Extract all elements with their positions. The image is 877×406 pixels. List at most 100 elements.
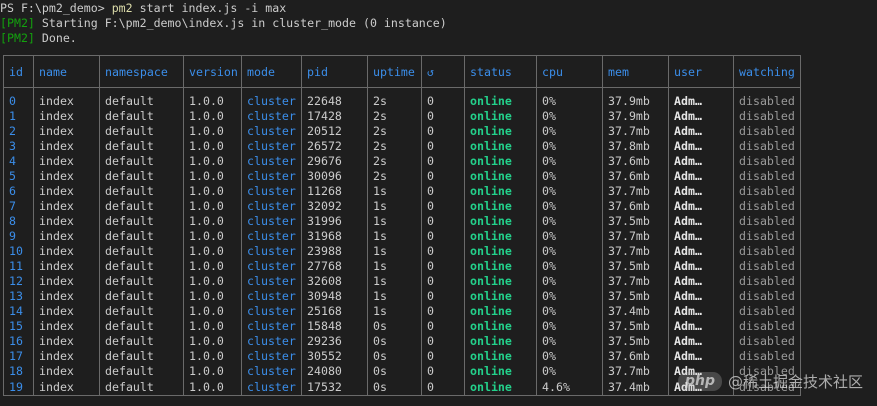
col-pid-cell: 31996: [301, 214, 368, 229]
col-version-cell: 1.0.0: [183, 169, 242, 184]
col-user-cell: Adm…: [668, 169, 734, 184]
col-status-cell: online: [464, 304, 537, 319]
col-cpu-cell: 0%: [536, 94, 603, 109]
col-mode-cell: cluster: [241, 199, 302, 214]
col-cpu-cell: 0%: [536, 184, 603, 199]
col-cpu-cell: 0%: [536, 259, 603, 274]
col-status-cell: online: [464, 169, 537, 184]
col-mem-cell: 37.7mb: [602, 229, 669, 244]
col-version-cell: 1.0.0: [183, 109, 242, 124]
col-name-cell: index: [33, 184, 100, 199]
col-id-cell: 1: [3, 109, 34, 124]
col-pid-cell: 31968: [301, 229, 368, 244]
col-namespace-cell: default: [99, 94, 184, 109]
col-pid-cell: 23988: [301, 244, 368, 259]
col-id-cell: 11: [3, 259, 34, 274]
col-cpu-cell: 0%: [536, 274, 603, 289]
col-namespace-header: namespace: [99, 55, 184, 88]
col-restarts-cell: 0: [421, 139, 465, 154]
col-user-cell: Adm…: [668, 214, 734, 229]
col-namespace-cell: default: [99, 169, 184, 184]
table-row: 12 index default 1.0.0 cluster 32608 1s 0 online…: [3, 274, 801, 289]
table-body: 0 index default 1.0.0 cluster 22648 2s 0 online 0…: [3, 87, 801, 396]
col-user-cell: Adm…: [668, 319, 734, 334]
col-user-cell: Adm…: [668, 124, 734, 139]
col-name-cell: index: [33, 289, 100, 304]
col-version-cell: 1.0.0: [183, 139, 242, 154]
col-status-cell: online: [464, 364, 537, 379]
table-row: 13 index default 1.0.0 cluster 30948 1s 0 online…: [3, 289, 801, 304]
col-user-cell: Adm…: [668, 184, 734, 199]
col-name-header: name: [33, 55, 100, 88]
col-mode-cell: cluster: [241, 154, 302, 169]
table-row: 3 index default 1.0.0 cluster 26572 2s 0 online 0…: [3, 139, 801, 154]
col-name-cell: index: [33, 364, 100, 379]
col-namespace-cell: default: [99, 229, 184, 244]
col-mode-cell: cluster: [241, 109, 302, 124]
col-mem-cell: 37.5mb: [602, 289, 669, 304]
col-id-cell: 13: [3, 289, 34, 304]
col-restarts-cell: 0: [421, 334, 465, 349]
col-name-cell: index: [33, 304, 100, 319]
col-status-cell: online: [464, 124, 537, 139]
col-user-cell: Adm…: [668, 229, 734, 244]
col-cpu-cell: 0%: [536, 289, 603, 304]
col-uptime-cell: 2s: [367, 139, 422, 154]
output-done: [PM2] Done.: [0, 31, 77, 46]
col-id-cell: 5: [3, 169, 34, 184]
table-row: 17 index default 1.0.0 cluster 30552 0s 0 online…: [3, 349, 801, 364]
col-namespace-cell: default: [99, 214, 184, 229]
col-namespace-cell: default: [99, 334, 184, 349]
col-name-cell: index: [33, 154, 100, 169]
col-mem-cell: 37.7mb: [602, 244, 669, 259]
col-uptime-cell: 1s: [367, 259, 422, 274]
col-status-cell: online: [464, 184, 537, 199]
col-restarts-cell: 0: [421, 244, 465, 259]
table-row: 15 index default 1.0.0 cluster 15848 0s 0 online…: [3, 319, 801, 334]
col-user-cell: Adm…: [668, 199, 734, 214]
col-watching-cell: disabled: [733, 94, 801, 109]
col-mem-cell: 37.5mb: [602, 259, 669, 274]
col-status-cell: online: [464, 214, 537, 229]
col-restarts-cell: 0: [421, 214, 465, 229]
col-uptime-cell: 0s: [367, 364, 422, 379]
col-restarts-cell: 0: [421, 349, 465, 364]
col-uptime-cell: 2s: [367, 124, 422, 139]
col-id-cell: 3: [3, 139, 34, 154]
col-version-cell: 1.0.0: [183, 154, 242, 169]
col-namespace-cell: default: [99, 109, 184, 124]
col-uptime-header: uptime: [367, 55, 422, 88]
col-watching-cell: disabled: [733, 244, 801, 259]
col-id-cell: 12: [3, 274, 34, 289]
col-pid-header: pid: [301, 55, 368, 88]
col-uptime-cell: 0s: [367, 349, 422, 364]
col-version-header: version: [183, 55, 242, 88]
col-name-cell: index: [33, 124, 100, 139]
col-status-cell: online: [464, 199, 537, 214]
col-namespace-cell: default: [99, 244, 184, 259]
col-mode-cell: cluster: [241, 319, 302, 334]
col-uptime-cell: 1s: [367, 214, 422, 229]
col-cpu-cell: 4.6%: [536, 379, 603, 396]
col-name-cell: index: [33, 199, 100, 214]
col-restarts-cell: 0: [421, 274, 465, 289]
col-pid-cell: 17428: [301, 109, 368, 124]
col-restarts-cell: 0: [421, 259, 465, 274]
col-watching-cell: disabled: [733, 229, 801, 244]
col-cpu-cell: 0%: [536, 124, 603, 139]
col-name-cell: index: [33, 319, 100, 334]
col-restarts-cell: 0: [421, 184, 465, 199]
col-version-cell: 1.0.0: [183, 349, 242, 364]
col-uptime-cell: 0s: [367, 379, 422, 396]
col-mem-cell: 37.7mb: [602, 364, 669, 379]
col-id-cell: 8: [3, 214, 34, 229]
command-line: PS F:\pm2_demo> pm2 start index.js -i ma…: [0, 1, 286, 16]
col-status-cell: online: [464, 334, 537, 349]
table-row: 6 index default 1.0.0 cluster 11268 1s 0 online 0…: [3, 184, 801, 199]
col-mem-cell: 37.4mb: [602, 379, 669, 396]
col-pid-cell: 30552: [301, 349, 368, 364]
col-watching-cell: disabled: [733, 184, 801, 199]
col-namespace-cell: default: [99, 139, 184, 154]
col-pid-cell: 17532: [301, 379, 368, 396]
col-mem-cell: 37.7mb: [602, 124, 669, 139]
